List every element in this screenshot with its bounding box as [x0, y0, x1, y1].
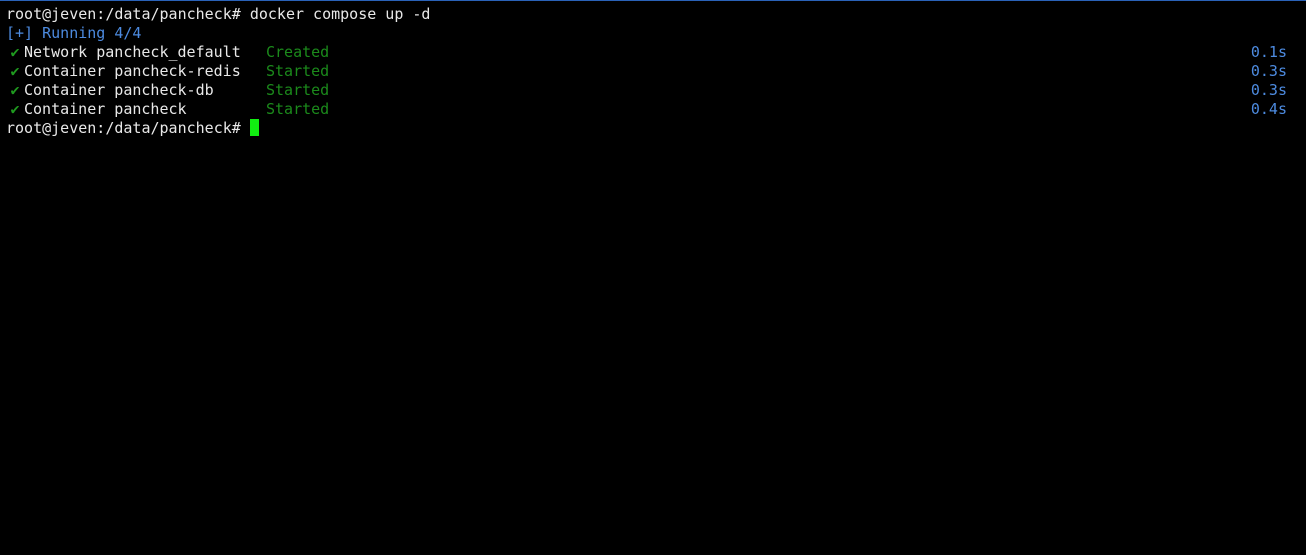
terminal-window[interactable]: root@jeven:/data/pancheck# docker compos… [0, 0, 1306, 555]
resource-time: 0.3s [1250, 81, 1287, 99]
resource-status: Started [266, 100, 330, 118]
resource-row: ✔ Container pancheck Started 0.4s [6, 100, 1300, 119]
check-icon: ✔ [10, 81, 20, 99]
resource-name: Container pancheck [24, 100, 187, 118]
check-icon: ✔ [10, 43, 20, 61]
resource-row: ✔ Container pancheck-redis Started 0.3s [6, 62, 1300, 81]
resource-name: Network pancheck_default [24, 43, 241, 61]
terminal-cursor [249, 119, 259, 136]
scrollbar[interactable] [1300, 2, 1306, 555]
resource-time: 0.1s [1250, 43, 1287, 61]
resource-time: 0.3s [1250, 62, 1287, 80]
resource-status: Created [266, 43, 330, 61]
resource-status: Started [266, 62, 330, 80]
check-icon: ✔ [10, 100, 20, 118]
resource-status: Started [266, 81, 330, 99]
prompt-line[interactable]: root@jeven:/data/pancheck# [6, 119, 1300, 138]
check-icon: ✔ [10, 62, 20, 80]
command-line: root@jeven:/data/pancheck# docker compos… [6, 5, 1300, 24]
resource-time: 0.4s [1250, 100, 1287, 118]
shell-prompt: root@jeven:/data/pancheck# [6, 5, 241, 23]
resource-row: ✔ Network pancheck_default Created 0.1s [6, 43, 1300, 62]
shell-prompt: root@jeven:/data/pancheck# [6, 119, 241, 137]
running-status-line: [+] Running 4/4 [6, 24, 1300, 43]
resource-name: Container pancheck-db [24, 81, 214, 99]
resource-name: Container pancheck-redis [24, 62, 241, 80]
command-text: docker compose up -d [249, 5, 431, 23]
running-status: [+] Running 4/4 [6, 24, 142, 42]
resource-row: ✔ Container pancheck-db Started 0.3s [6, 81, 1300, 100]
